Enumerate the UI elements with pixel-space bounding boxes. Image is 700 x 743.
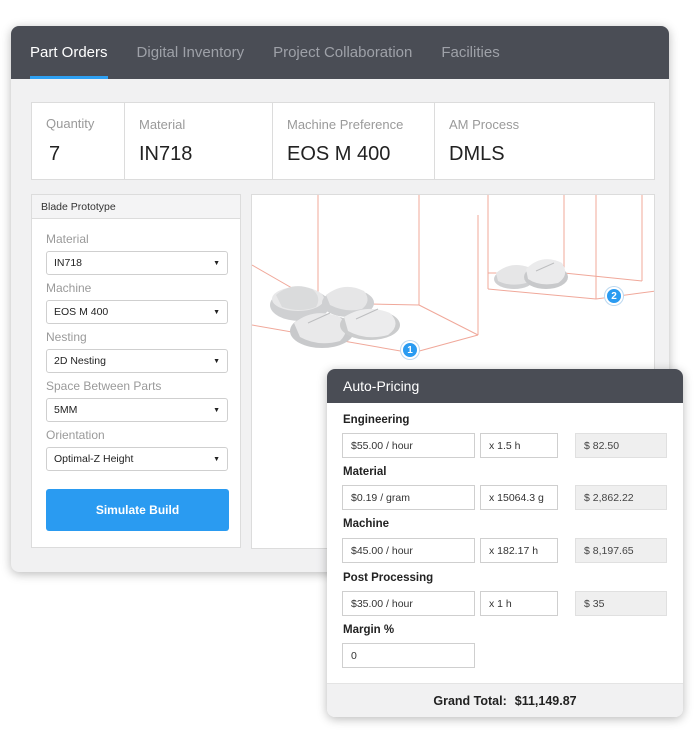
turbine-part-group-1 <box>270 286 400 348</box>
orientation-field: Orientation Optimal-Z Height ▼ <box>46 428 228 471</box>
chevron-down-icon: ▼ <box>213 357 220 365</box>
auto-pricing-title: Auto-Pricing <box>327 369 683 403</box>
simulate-build-button[interactable]: Simulate Build <box>46 489 229 531</box>
engineering-label: Engineering <box>343 414 410 426</box>
nesting-field: Nesting 2D Nesting ▼ <box>46 330 228 373</box>
grand-total-label: Grand Total: <box>433 693 507 708</box>
summary-process-value: DMLS <box>449 143 505 165</box>
machine-cost-label: Machine <box>343 518 390 530</box>
margin-input[interactable]: 0 <box>342 643 475 668</box>
machine-total: $ 8,197.65 <box>575 538 667 563</box>
auto-pricing-card: Auto-Pricing Engineering $55.00 / hour x… <box>327 369 683 717</box>
chevron-down-icon: ▼ <box>213 259 220 267</box>
summary-material-label: Material <box>139 117 186 132</box>
chevron-down-icon: ▼ <box>213 308 220 316</box>
build-marker-1[interactable]: 1 <box>401 341 419 359</box>
chevron-down-icon: ▼ <box>213 455 220 463</box>
build-settings-panel: Blade Prototype Material IN718 ▼ Machine… <box>31 194 241 548</box>
tab-project-collaboration[interactable]: Project Collaboration <box>273 26 412 79</box>
summary-machine: Machine Preference EOS M 400 <box>273 103 435 179</box>
margin-label: Margin % <box>343 624 395 636</box>
post-processing-label: Post Processing <box>343 572 434 584</box>
summary-material: Material IN718 <box>125 103 273 179</box>
build-marker-2[interactable]: 2 <box>605 287 623 305</box>
summary-material-value: IN718 <box>139 143 193 165</box>
material-select-value: IN718 <box>54 257 83 269</box>
summary-quantity-value: 7 <box>49 143 61 165</box>
summary-quantity: Quantity 7 <box>32 103 125 179</box>
material-field: Material IN718 ▼ <box>46 232 228 275</box>
machine-select[interactable]: EOS M 400 ▼ <box>46 300 228 324</box>
summary-machine-value: EOS M 400 <box>287 143 391 165</box>
orientation-field-label: Orientation <box>46 428 105 442</box>
summary-process: AM Process DMLS <box>435 103 654 179</box>
spacing-select-value: 5MM <box>54 404 78 416</box>
tab-part-orders[interactable]: Part Orders <box>30 26 108 79</box>
summary-machine-label: Machine Preference <box>287 117 404 132</box>
summary-process-label: AM Process <box>449 117 520 132</box>
engineering-rate-input[interactable]: $55.00 / hour <box>342 433 475 458</box>
material-field-label: Material <box>46 232 89 246</box>
material-cost-label: Material <box>343 466 387 478</box>
nesting-field-label: Nesting <box>46 330 87 344</box>
machine-field: Machine EOS M 400 ▼ <box>46 281 228 324</box>
summary-quantity-label: Quantity <box>46 116 95 131</box>
tab-bar: Part Orders Digital Inventory Project Co… <box>11 26 669 79</box>
post-processing-qty-input[interactable]: x 1 h <box>480 591 558 616</box>
chevron-down-icon: ▼ <box>213 406 220 414</box>
tab-facilities[interactable]: Facilities <box>441 26 499 79</box>
tab-digital-inventory[interactable]: Digital Inventory <box>137 26 245 79</box>
machine-field-label: Machine <box>46 281 92 295</box>
machine-rate-input[interactable]: $45.00 / hour <box>342 538 475 563</box>
nesting-select-value: 2D Nesting <box>54 355 106 367</box>
order-summary: Quantity 7 Material IN718 Machine Prefer… <box>31 102 655 180</box>
engineering-total: $ 82.50 <box>575 433 667 458</box>
orientation-select-value: Optimal-Z Height <box>54 453 134 465</box>
orientation-select[interactable]: Optimal-Z Height ▼ <box>46 447 228 471</box>
machine-qty-input[interactable]: x 182.17 h <box>480 538 558 563</box>
machine-select-value: EOS M 400 <box>54 306 109 318</box>
material-rate-input[interactable]: $0.19 / gram <box>342 485 475 510</box>
spacing-field-label: Space Between Parts <box>46 379 162 393</box>
spacing-field: Space Between Parts 5MM ▼ <box>46 379 228 422</box>
panel-title: Blade Prototype <box>32 195 240 219</box>
material-qty-input[interactable]: x 15064.3 g <box>480 485 558 510</box>
grand-total-bar: Grand Total: $11,149.87 <box>327 683 683 717</box>
post-processing-rate-input[interactable]: $35.00 / hour <box>342 591 475 616</box>
material-select[interactable]: IN718 ▼ <box>46 251 228 275</box>
spacing-select[interactable]: 5MM ▼ <box>46 398 228 422</box>
turbine-part-group-2 <box>494 259 568 289</box>
grand-total-value: $11,149.87 <box>514 693 577 708</box>
engineering-qty-input[interactable]: x 1.5 h <box>480 433 558 458</box>
material-total: $ 2,862.22 <box>575 485 667 510</box>
post-processing-total: $ 35 <box>575 591 667 616</box>
nesting-select[interactable]: 2D Nesting ▼ <box>46 349 228 373</box>
